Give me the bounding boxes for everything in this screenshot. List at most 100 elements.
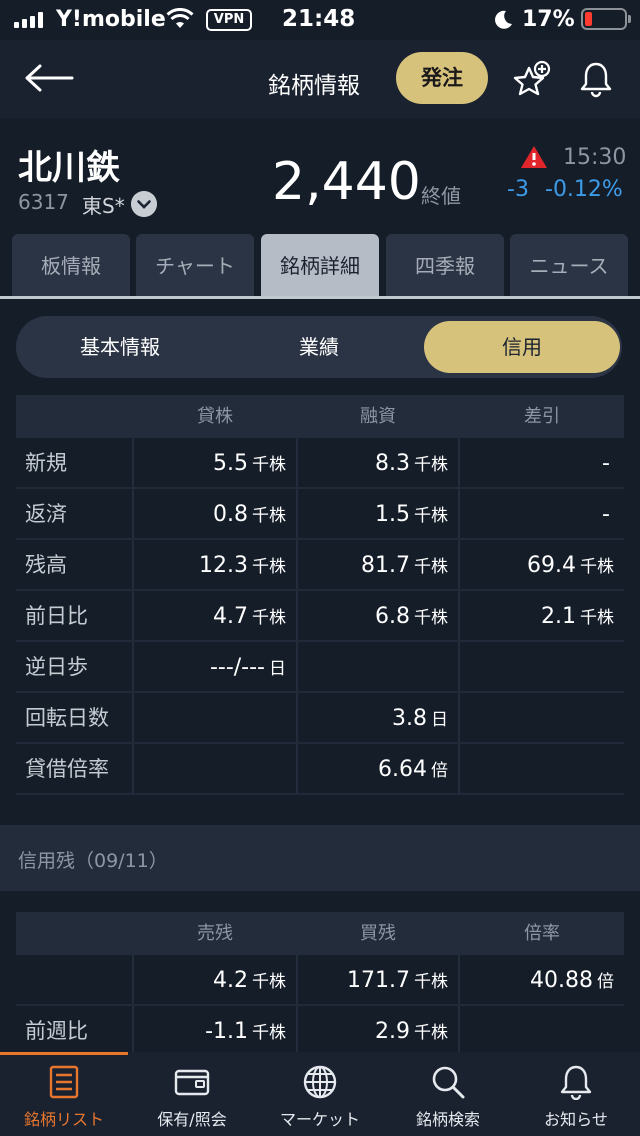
- moon-icon: [495, 10, 512, 29]
- bottom-tab-notices[interactable]: お知らせ: [512, 1052, 640, 1136]
- page-title: 銘柄情報: [268, 73, 360, 99]
- table-cell: 0.8 千株: [134, 489, 298, 538]
- table-row: 逆日歩 ---/--- 日: [16, 642, 624, 693]
- vpn-badge: VPN: [206, 9, 252, 31]
- row-label: 逆日歩: [16, 642, 134, 691]
- tab-chart[interactable]: チャート: [136, 234, 254, 298]
- star-add-icon[interactable]: [512, 60, 552, 98]
- tab-label: お知らせ: [544, 1110, 608, 1129]
- table-cell: 12.3 千株: [134, 540, 298, 589]
- row-label: 回転日数: [16, 693, 134, 742]
- table-cell: 1.5 千株: [298, 489, 460, 538]
- segment-credit[interactable]: 信用: [424, 321, 620, 373]
- tab-board[interactable]: 板情報: [12, 234, 130, 298]
- header-cell: 差引: [524, 406, 560, 427]
- wallet-icon: [174, 1069, 210, 1096]
- table-cell: -: [602, 502, 610, 527]
- status-bar: Y!mobile VPN 21:48 17%: [0, 0, 640, 40]
- detail-tabs: 板情報 チャート 銘柄詳細 四季報 ニュース: [0, 234, 640, 298]
- globe-icon: [303, 1065, 337, 1099]
- row-label: 前日比: [16, 591, 134, 640]
- current-price: 2,440: [272, 152, 421, 212]
- price-change-percent: -0.12%: [545, 177, 623, 202]
- segment-area: 基本情報 業績 信用: [0, 299, 640, 395]
- wifi-icon: [166, 8, 194, 28]
- tab-label: 保有/照会: [157, 1110, 227, 1129]
- battery-icon: [581, 8, 631, 30]
- nav-header: 銘柄情報 発注: [0, 40, 640, 118]
- price-label: 終値: [421, 184, 461, 208]
- table-row: 前週比 -1.1 千株 2.9 千株: [16, 1006, 624, 1057]
- row-label: 前週比: [16, 1006, 134, 1055]
- table-cell: 8.3 千株: [298, 438, 460, 487]
- header-cell: 売残: [134, 912, 298, 955]
- table-header-row: 貸株 融資 差引: [16, 395, 624, 438]
- segmented-control: 基本情報 業績 信用: [16, 316, 622, 378]
- bottom-tab-stock-list[interactable]: 銘柄リスト: [0, 1052, 128, 1136]
- table-cell: 81.7 千株: [298, 540, 460, 589]
- table-cell: 6.8 千株: [298, 591, 460, 640]
- margin-table: 売残 買残 倍率 4.2 千株 171.7 千株 40.88 倍 前週比 -1.1 千株…: [16, 912, 624, 1057]
- row-label: 返済: [16, 489, 134, 538]
- bell-icon: [560, 1065, 592, 1100]
- market-label: 東S*: [82, 194, 125, 218]
- table-row: 残高 12.3 千株 81.7 千株 69.4 千株: [16, 540, 624, 591]
- battery-percent: 17%: [522, 7, 575, 32]
- warning-icon[interactable]: [520, 144, 548, 170]
- row-label: 貸借倍率: [16, 744, 134, 793]
- table-row: 貸借倍率 6.64 倍: [16, 744, 624, 795]
- tab-label: マーケット: [279, 1110, 360, 1129]
- section-title: 信用残（09/11）: [18, 850, 168, 872]
- segment-basic-info[interactable]: 基本情報: [22, 321, 218, 373]
- row-label: 新規: [16, 438, 134, 487]
- table-cell: [460, 642, 624, 691]
- stock-name: 北川鉄: [18, 148, 120, 188]
- table-cell: [134, 693, 298, 742]
- back-arrow-icon[interactable]: [22, 62, 76, 94]
- table-cell: -1.1 千株: [134, 1006, 298, 1055]
- table-cell: ---/--- 日: [134, 642, 298, 691]
- search-icon: [432, 1066, 465, 1099]
- header-cell: [16, 395, 134, 438]
- status-time: 21:48: [282, 6, 356, 32]
- bell-icon[interactable]: [578, 60, 614, 98]
- list-icon: [49, 1065, 79, 1099]
- table-cell: 4.2 千株: [134, 955, 298, 1004]
- margin-section-header: 信用残（09/11）: [0, 825, 640, 891]
- bottom-tab-bar: 銘柄リスト 保有/照会 マーケット 銘柄検索 お知らせ: [0, 1052, 640, 1136]
- tab-label: 銘柄検索: [415, 1110, 480, 1129]
- table-cell: 6.64 倍: [298, 744, 460, 793]
- table-row: 4.2 千株 171.7 千株 40.88 倍: [16, 955, 624, 1006]
- bottom-tab-holdings[interactable]: 保有/照会: [128, 1052, 256, 1136]
- table-row: 回転日数 3.8 日: [16, 693, 624, 744]
- tab-stock-detail[interactable]: 銘柄詳細: [261, 234, 379, 298]
- table-cell: [298, 642, 460, 691]
- header-cell: [16, 912, 134, 955]
- header-cell: 融資: [298, 395, 460, 438]
- table-cell: [460, 1006, 624, 1055]
- price-time: 15:30: [563, 145, 627, 170]
- tab-news[interactable]: ニュース: [510, 234, 628, 298]
- order-button[interactable]: 発注: [396, 52, 488, 104]
- table-row: 返済 0.8 千株 1.5 千株 -: [16, 489, 624, 540]
- credit-table: 貸株 融資 差引 新規 5.5 千株 8.3 千株 - 返済 0.8 千株 1.5 千株…: [16, 395, 624, 795]
- table-cell: 69.4 千株: [527, 553, 614, 578]
- chevron-down-icon[interactable]: [131, 191, 157, 217]
- table-cell: [134, 744, 298, 793]
- table-cell: 2.9 千株: [298, 1006, 460, 1055]
- table-cell: 40.88 倍: [530, 968, 614, 993]
- table-cell: 2.1 千株: [541, 604, 614, 629]
- table-row: 新規 5.5 千株 8.3 千株 -: [16, 438, 624, 489]
- table-cell: 3.8 日: [298, 693, 460, 742]
- segment-performance[interactable]: 業績: [221, 321, 417, 373]
- table-header-row: 売残 買残 倍率: [16, 912, 624, 955]
- bottom-tab-market[interactable]: マーケット: [256, 1052, 384, 1136]
- table-cell: 5.5 千株: [134, 438, 298, 487]
- stock-code: 6317: [18, 190, 69, 214]
- tab-shikiho[interactable]: 四季報: [386, 234, 504, 298]
- row-label: 残高: [16, 540, 134, 589]
- carrier-name: Y!mobile: [56, 7, 166, 32]
- header-cell: 倍率: [524, 923, 560, 944]
- table-cell: 171.7 千株: [298, 955, 460, 1004]
- bottom-tab-search[interactable]: 銘柄検索: [384, 1052, 512, 1136]
